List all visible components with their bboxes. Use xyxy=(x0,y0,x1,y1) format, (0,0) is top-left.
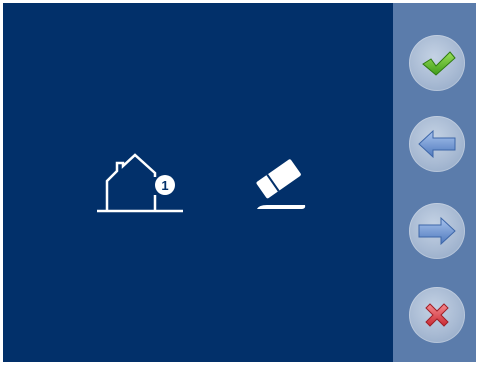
cancel-button[interactable] xyxy=(409,287,465,343)
arrow-right-icon xyxy=(418,216,456,246)
home-badge-number: 1 xyxy=(161,178,168,193)
eraser-icon[interactable] xyxy=(251,153,309,213)
back-button[interactable] xyxy=(409,116,465,172)
screen: 1 xyxy=(3,3,476,362)
home-icon[interactable]: 1 xyxy=(95,153,185,215)
confirm-button[interactable] xyxy=(409,35,465,91)
next-button[interactable] xyxy=(409,203,465,259)
main-area: 1 xyxy=(3,3,393,362)
side-panel xyxy=(393,3,476,362)
close-icon xyxy=(425,303,449,327)
arrow-left-icon xyxy=(418,129,456,159)
checkmark-icon xyxy=(422,51,456,76)
